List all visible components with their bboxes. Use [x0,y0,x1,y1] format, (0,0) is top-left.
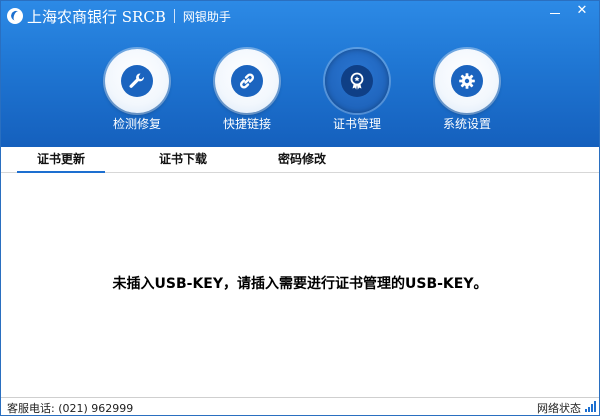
tab-certificate-download[interactable]: 证书下载 [139,147,227,172]
tab-password-change[interactable]: 密码修改 [258,147,346,172]
tool-label: 系统设置 [442,117,491,131]
bank-logo-icon [7,8,23,24]
app-logo: 上海农商银行 SRCB 网银助手 [7,6,231,26]
tool-label: 快捷链接 [222,117,271,131]
certificate-icon [350,72,364,90]
signal-icon[interactable] [585,401,596,412]
header-banner: 上海农商银行 SRCB 网银助手 ✕ 检测修复 快捷链接 证书管理 系统设置 [1,1,599,147]
bank-name: 上海农商银行 SRCB [27,7,166,26]
gear-icon [459,73,475,89]
app-window: 上海农商银行 SRCB 网银助手 ✕ 检测修复 快捷链接 证书管理 系统设置 证… [0,0,600,416]
close-button[interactable]: ✕ [573,3,591,19]
tool-circle [105,49,169,113]
app-subtitle: 网银助手 [182,9,231,24]
minimize-button[interactable] [546,3,564,19]
tab-certificate-update[interactable]: 证书更新 [17,147,105,173]
network-status-label[interactable]: 网络状态 [537,400,581,415]
tool-circle [435,49,499,113]
tool-circle [215,49,279,113]
tool-certificate-button[interactable]: 证书管理 [325,49,389,131]
link-icon [239,73,255,89]
logo-divider [173,9,175,23]
usb-key-message: 未插入USB-KEY，请插入需要进行证书管理的USB-KEY。 [112,276,488,292]
tool-links-button[interactable]: 快捷链接 [215,49,279,131]
tool-settings-button[interactable]: 系统设置 [435,49,499,131]
content-area: 未插入USB-KEY，请插入需要进行证书管理的USB-KEY。 [1,173,599,395]
tab-bar: 证书更新 证书下载 密码修改 [1,147,599,173]
status-bar: 客服电话: (021) 962999 网络状态 [1,397,599,415]
tool-label: 检测修复 [112,117,161,131]
wrench-icon [129,73,144,88]
service-hotline: 客服电话: (021) 962999 [7,402,134,415]
tool-circle [325,49,389,113]
tool-repair-button[interactable]: 检测修复 [105,49,169,131]
tool-label: 证书管理 [332,117,381,131]
